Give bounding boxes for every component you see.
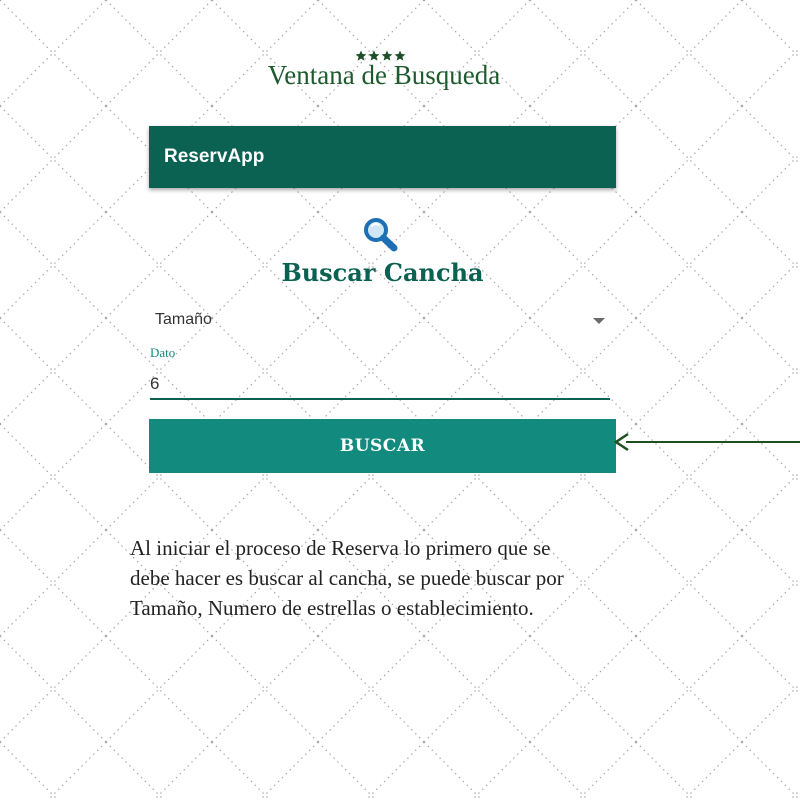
- description-line: Al iniciar el proceso de Reserva lo prim…: [130, 536, 551, 560]
- arrow-left-icon: [613, 432, 800, 452]
- app-bar: ReservApp: [149, 126, 616, 188]
- size-dropdown[interactable]: Tamaño: [150, 305, 605, 337]
- app-bar-title: ReservApp: [164, 146, 265, 167]
- search-button[interactable]: BUSCAR: [149, 419, 616, 473]
- screen-title: Buscar Cancha: [281, 258, 484, 287]
- description-line: Tamaño, Numero de estrellas o establecim…: [130, 596, 534, 620]
- data-field-label: Dato: [150, 345, 176, 360]
- size-dropdown-value: Tamaño: [155, 311, 212, 328]
- description-line: debe hacer es buscar al cancha, se puede…: [130, 566, 564, 590]
- diamond-lattice-background: [0, 0, 800, 800]
- description-text: Al iniciar el proceso de Reserva lo prim…: [130, 533, 650, 623]
- data-input[interactable]: [150, 370, 610, 400]
- page-title: Ventana de Busqueda: [267, 60, 501, 90]
- magnifier-icon: [364, 218, 398, 252]
- dropdown-arrow-icon: [593, 318, 605, 324]
